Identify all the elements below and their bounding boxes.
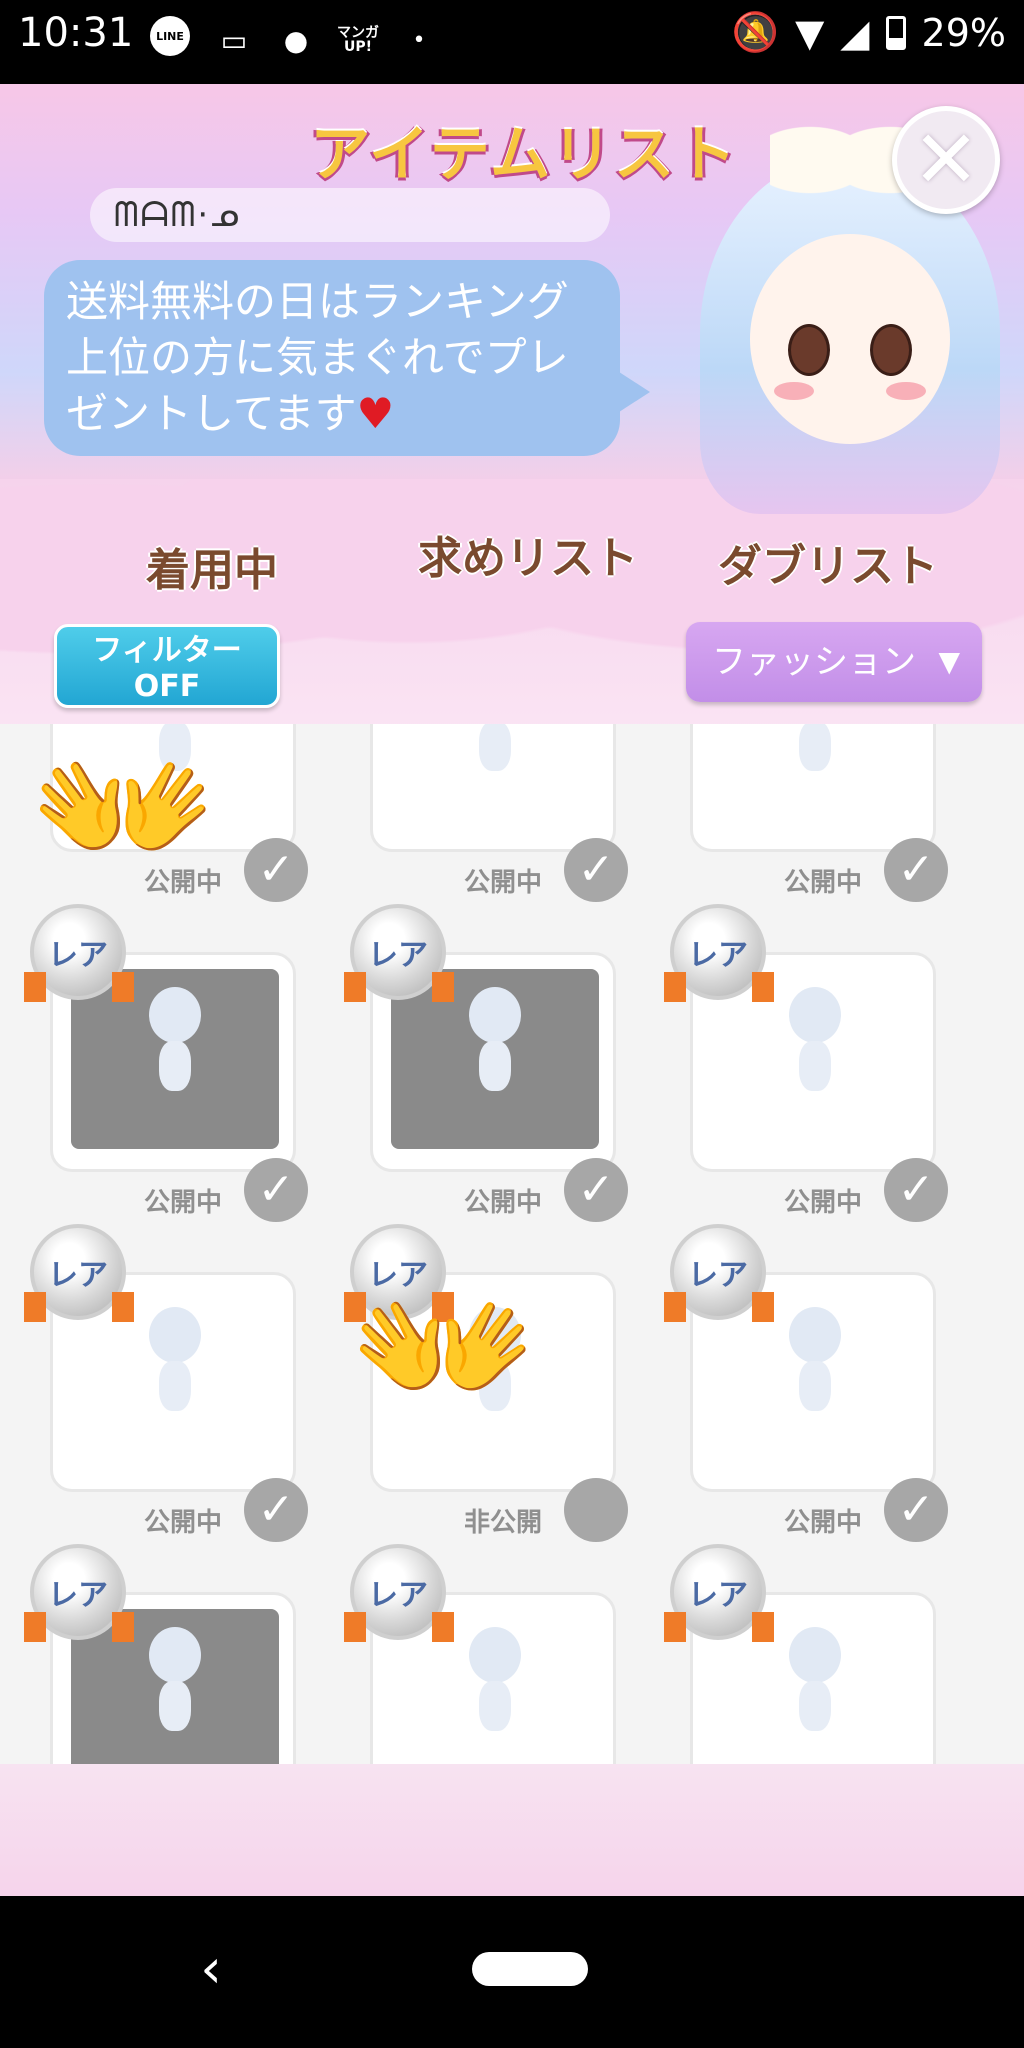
item-card[interactable]: 公開中 ✓ 👐	[30, 724, 308, 902]
header: アイテムリスト ✕ ᗰᗩᗰ·ᓄ 送料無料の日はランキング上位の方に気まぐれでプレ…	[0, 84, 1024, 779]
avatar-blush	[886, 382, 926, 400]
mannequin-icon	[457, 987, 533, 1107]
avatar-eye	[870, 324, 912, 376]
item-card[interactable]: レア公開中 ✓	[24, 1224, 308, 1542]
tab-wish-list[interactable]: 求めリスト	[408, 522, 638, 608]
check-icon[interactable]: ✓	[884, 1158, 948, 1222]
tab-label: ダブリスト	[718, 541, 938, 592]
rare-badge: レア	[344, 1544, 454, 1642]
check-icon[interactable]: ✓	[564, 1158, 628, 1222]
check-icon[interactable]: ✓	[884, 838, 948, 902]
item-card[interactable]: レア公開中 ✓	[344, 904, 628, 1222]
bottom-cloud-decoration	[0, 1764, 1024, 1896]
check-icon[interactable]: ✓	[244, 838, 308, 902]
screen: 10:31 LINE ▭ ● マンガ UP! • 🔕 ▼ ◢ 29% アイテムリ…	[0, 0, 1024, 2048]
avatar-face	[750, 234, 950, 444]
tab-label: 着用中	[146, 545, 278, 596]
visibility-status: 公開中	[144, 1188, 223, 1218]
item-card[interactable]: レア非公開✓👐	[344, 1224, 628, 1542]
navigation-bar: ‹	[0, 1896, 1024, 2048]
item-card[interactable]: レア	[344, 1544, 616, 1812]
category-select[interactable]: ファッション ▼	[686, 622, 982, 702]
visibility-status: 公開中	[144, 1508, 223, 1538]
visibility-status: 公開中	[784, 1508, 863, 1538]
tab-bar: 着用中 求めリスト ダブリスト	[0, 504, 1024, 624]
battery-icon	[885, 15, 906, 50]
mannequin-icon	[777, 987, 853, 1107]
check-icon[interactable]: ✓	[244, 1478, 308, 1542]
item-card[interactable]: 公開中 ✓	[350, 724, 628, 902]
visibility-status: 公開中	[464, 868, 543, 898]
status-right: 🔕 ▼ ◢ 29%	[732, 10, 1006, 55]
mannequin-icon	[777, 1307, 853, 1427]
mute-icon: 🔕	[731, 10, 780, 54]
heart-icon: ♥	[356, 389, 395, 438]
mannequin-icon	[457, 724, 533, 787]
bubble-text: 送料無料の日はランキング上位の方に気まぐれでプレゼントしてます	[66, 277, 569, 438]
back-button[interactable]: ‹	[176, 1934, 246, 2004]
avatar-eye	[788, 324, 830, 376]
rare-badge: レア	[344, 904, 454, 1002]
filter-label: フィルター	[92, 633, 242, 668]
visibility-status: 非公開	[464, 1508, 543, 1538]
mannequin-icon	[137, 1627, 213, 1747]
cast-icon: ▭	[220, 23, 248, 57]
page-title: アイテムリスト	[310, 120, 738, 190]
rare-badge: レア	[664, 1224, 774, 1322]
rare-badge: レア	[664, 904, 774, 1002]
battery-percent: 29%	[921, 10, 1006, 55]
tab-duplicate-list[interactable]: ダブリスト	[708, 530, 938, 616]
item-thumbnail	[391, 724, 599, 829]
check-icon[interactable]: ✓	[884, 1478, 948, 1542]
item-card[interactable]: レア公開中 ✓	[664, 1224, 948, 1542]
speech-bubble: 送料無料の日はランキング上位の方に気まぐれでプレゼントしてます♥	[44, 260, 650, 456]
tab-label: 求めリスト	[418, 533, 638, 584]
item-frame	[370, 724, 616, 852]
check-icon[interactable]: ✓	[564, 1478, 628, 1542]
manga-up-icon: マンガ UP!	[337, 25, 379, 55]
rare-badge: レア	[24, 1224, 134, 1322]
item-card[interactable]: レア公開中 ✓	[664, 904, 948, 1222]
visibility-status: 公開中	[784, 868, 863, 898]
close-icon: ✕	[912, 113, 980, 206]
item-thumbnail	[711, 724, 919, 829]
rare-badge: レア	[24, 1544, 134, 1642]
more-notifications-icon: •	[412, 27, 426, 53]
visibility-status: 公開中	[784, 1188, 863, 1218]
mannequin-icon	[777, 724, 853, 787]
wifi-icon: ▼	[795, 10, 825, 55]
app-notification-icon: ●	[283, 23, 309, 57]
hands-emoji-overlay: 👐	[350, 1262, 537, 1436]
visibility-status: 公開中	[464, 1188, 543, 1218]
mannequin-icon	[137, 987, 213, 1107]
check-icon[interactable]: ✓	[244, 1158, 308, 1222]
username: ᗰᗩᗰ·ᓄ	[90, 188, 610, 242]
item-card[interactable]: レア	[24, 1544, 296, 1812]
mannequin-icon	[137, 1307, 213, 1427]
filter-button[interactable]: フィルター OFF	[54, 624, 280, 708]
mannequin-icon	[457, 1627, 533, 1747]
item-list-screen: アイテムリスト ✕ ᗰᗩᗰ·ᓄ 送料無料の日はランキング上位の方に気まぐれでプレ…	[0, 84, 1024, 1896]
rare-badge: レア	[664, 1544, 774, 1642]
item-card[interactable]: レア公開中 ✓	[24, 904, 308, 1222]
rare-badge: レア	[24, 904, 134, 1002]
check-icon[interactable]: ✓	[564, 838, 628, 902]
item-frame	[690, 724, 936, 852]
category-label: ファッション	[712, 642, 916, 682]
clock: 10:31	[18, 10, 134, 56]
signal-icon: ◢	[840, 10, 870, 55]
filter-state: OFF	[133, 669, 201, 704]
item-card[interactable]: 公開中 ✓	[670, 724, 948, 902]
item-card[interactable]: レア	[664, 1544, 936, 1812]
home-button[interactable]	[472, 1952, 588, 1986]
line-icon: LINE	[150, 16, 190, 56]
hands-emoji-overlay: 👐	[30, 724, 217, 896]
dropdown-arrow-icon: ▼	[938, 645, 960, 678]
close-button[interactable]: ✕	[892, 106, 1000, 214]
item-grid: 公開中 ✓ 👐 公開中 ✓ 公開中 ✓ レア 公開中 ✓ レア 公開中 ✓ レア 公開中 ✓ レア 公開中 ✓ レア非…	[0, 724, 1024, 1864]
status-bar: 10:31 LINE ▭ ● マンガ UP! • 🔕 ▼ ◢ 29%	[0, 0, 1024, 84]
mannequin-icon	[777, 1627, 853, 1747]
tab-wearing[interactable]: 着用中	[136, 534, 286, 620]
avatar-blush	[774, 382, 814, 400]
